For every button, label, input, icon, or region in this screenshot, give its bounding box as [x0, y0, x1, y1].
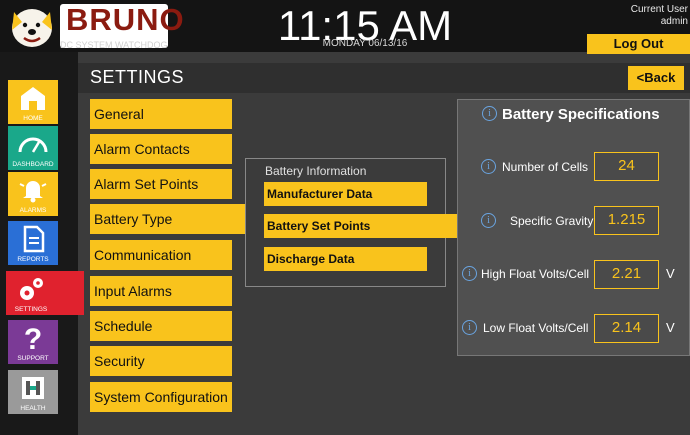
menu-item-alarm-contacts[interactable]: Alarm Contacts: [90, 134, 232, 164]
brand-subtitle: DC SYSTEM WATCHDOG: [60, 40, 168, 50]
spec-label-cells: Number of Cells: [502, 160, 589, 174]
spec-label-low-float: Low Float Volts/Cell: [483, 321, 589, 335]
sidebar-item-support[interactable]: ? SUPPORT: [8, 320, 58, 364]
high-float-volts-field[interactable]: 2.21: [594, 260, 659, 289]
spec-label-gravity: Specific Gravity: [510, 214, 594, 228]
menu-item-alarm-set-points[interactable]: Alarm Set Points: [90, 169, 232, 199]
battery-set-points-button[interactable]: Battery Set Points: [264, 214, 474, 238]
sidebar-item-settings[interactable]: SETTINGS: [6, 271, 84, 315]
sidebar-item-alarms[interactable]: ALARMS: [8, 172, 58, 216]
info-icon[interactable]: i: [482, 106, 497, 121]
svg-text:?: ?: [24, 324, 42, 352]
menu-item-schedule[interactable]: Schedule: [90, 311, 232, 341]
menu-item-input-alarms[interactable]: Input Alarms: [90, 276, 232, 306]
low-float-volts-field[interactable]: 2.14: [594, 314, 659, 343]
current-user-label: Current User: [630, 4, 688, 15]
sidebar-item-label: HEALTH: [20, 405, 46, 412]
question-icon: ?: [24, 324, 42, 352]
info-icon[interactable]: i: [481, 213, 496, 228]
menu-item-system-configuration[interactable]: System Configuration: [90, 382, 232, 412]
sidebar-item-label: SETTINGS: [14, 306, 48, 313]
sidebar-item-label: SUPPORT: [17, 355, 49, 362]
back-button[interactable]: <Back: [628, 66, 684, 90]
logout-button[interactable]: Log Out: [587, 34, 690, 54]
sidebar-item-label: HOME: [23, 115, 43, 122]
gauge-icon: [18, 137, 48, 153]
home-icon: [21, 87, 45, 110]
info-icon[interactable]: i: [462, 320, 477, 335]
spec-label-high-float: High Float Volts/Cell: [481, 267, 590, 281]
sidebar-item-health[interactable]: HEALTH: [8, 370, 58, 414]
specific-gravity-field[interactable]: 1.215: [594, 206, 659, 235]
sidebar-item-home[interactable]: HOME: [8, 80, 58, 124]
sidebar-item-dashboard[interactable]: DASHBOARD: [8, 126, 58, 170]
menu-item-general[interactable]: General: [90, 99, 232, 129]
sidebar-item-label: REPORTS: [17, 256, 49, 263]
discharge-data-button[interactable]: Discharge Data: [264, 247, 427, 271]
gears-icon: [20, 278, 43, 300]
low-float-unit: V: [666, 320, 675, 335]
menu-item-battery-type[interactable]: Battery Type: [90, 204, 258, 234]
sidebar-item-label: DASHBOARD: [12, 161, 54, 168]
battery-specs-title: Battery Specifications: [502, 106, 660, 123]
bell-icon: [19, 181, 47, 203]
dog-logo-icon: [12, 9, 52, 47]
document-icon: [23, 225, 45, 253]
battery-info-title: Battery Information: [265, 164, 367, 178]
health-icon: [22, 377, 44, 399]
menu-item-security[interactable]: Security: [90, 346, 232, 376]
high-float-unit: V: [666, 266, 675, 281]
brand-name: BRUNO: [66, 2, 185, 37]
number-of-cells-field[interactable]: 24: [594, 152, 659, 181]
sidebar-item-reports[interactable]: REPORTS: [8, 221, 58, 265]
current-user-name: admin: [660, 16, 688, 27]
page-title: SETTINGS: [90, 67, 185, 87]
manufacturer-data-button[interactable]: Manufacturer Data: [264, 182, 427, 206]
info-icon[interactable]: i: [481, 159, 496, 174]
sidebar-item-label: ALARMS: [19, 207, 47, 214]
menu-item-communication[interactable]: Communication: [90, 240, 232, 270]
clock-date: MONDAY 06/13/16: [322, 38, 408, 49]
info-icon[interactable]: i: [462, 266, 477, 281]
